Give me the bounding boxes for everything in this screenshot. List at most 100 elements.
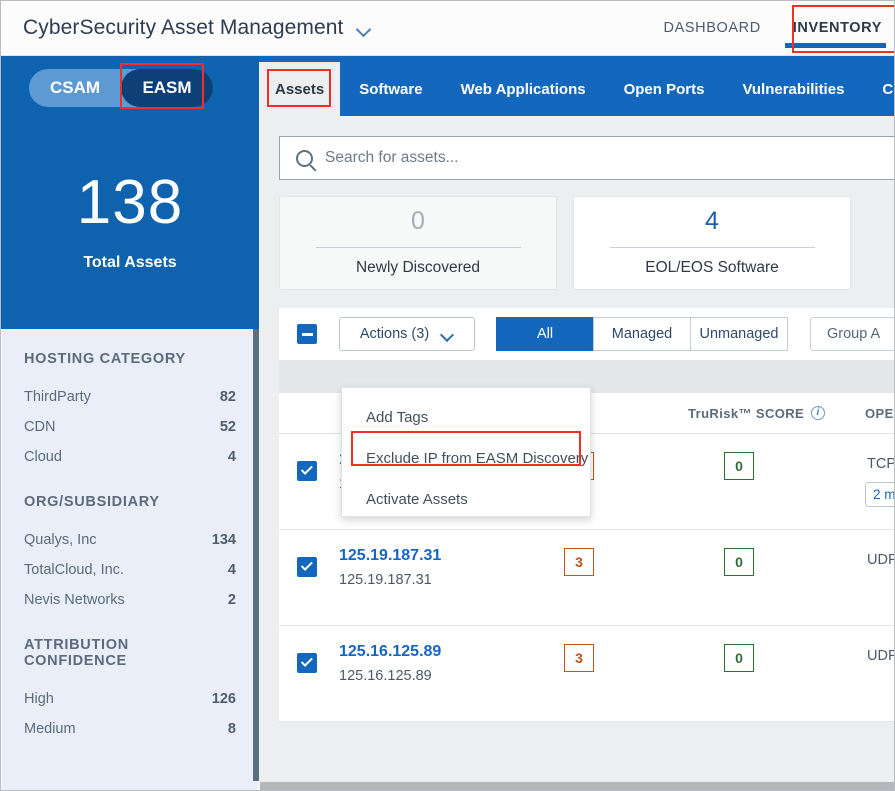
- open-ports-chip[interactable]: 2 m: [865, 482, 894, 507]
- module-toggle-easm[interactable]: EASM: [121, 69, 213, 107]
- left-summary-panel: CSAM EASM 138 Total Assets: [1, 56, 259, 329]
- facet-label: TotalCloud, Inc.: [24, 562, 124, 578]
- tab-label-web-applications: Web Applications: [460, 80, 586, 98]
- page-title: CyberSecurity Asset Management: [23, 16, 344, 39]
- filter-unmanaged-label: Unmanaged: [699, 326, 779, 342]
- menu-item-label: Add Tags: [366, 409, 429, 426]
- stat-card-divider: [609, 247, 815, 248]
- nav-item-inventory[interactable]: INVENTORY: [777, 1, 892, 56]
- row-checkbox[interactable]: [297, 557, 317, 577]
- facet-item-high[interactable]: High 126: [24, 684, 236, 714]
- asset-link[interactable]: 125.19.187.31: [339, 547, 441, 565]
- search-icon: [296, 149, 313, 167]
- facet-group-hosting-category: HOSTING CATEGORY ThirdParty 82 CDN 52 Cl…: [2, 329, 258, 472]
- facet-item-thirdparty[interactable]: ThirdParty 82: [24, 382, 236, 412]
- module-toggle-csam[interactable]: CSAM: [29, 69, 121, 107]
- column-header-trurisk-score[interactable]: TruRisk™ SCORE i: [688, 406, 826, 421]
- stat-card-eol-eos-software[interactable]: 4 EOL/EOS Software: [573, 196, 851, 290]
- table-row[interactable]: 125.19.187.31 125.19.187.31 3 0 UDP: [279, 530, 894, 626]
- stat-card-label: Newly Discovered: [355, 259, 481, 276]
- nav-label-inventory: INVENTORY: [792, 20, 882, 36]
- filter-managed-label: Managed: [611, 326, 673, 342]
- facet-count: 52: [219, 419, 236, 435]
- nav-item-dashboard[interactable]: DASHBOARD: [648, 1, 777, 56]
- select-all-checkbox[interactable]: [297, 324, 317, 344]
- menu-item-add-tags[interactable]: Add Tags: [342, 397, 590, 438]
- tab-certificates[interactable]: Certifica: [863, 62, 894, 116]
- menu-item-label: Exclude IP from EASM Discovery: [366, 450, 589, 467]
- asset-link[interactable]: 125.16.125.89: [339, 643, 441, 661]
- table-toolbar: Actions (3) All Managed Unmanaged Group …: [279, 308, 894, 360]
- menu-item-label: Activate Assets: [366, 491, 468, 508]
- nav-label-dashboard: DASHBOARD: [663, 20, 761, 36]
- menu-item-exclude-ip-from-easm-discovery[interactable]: Exclude IP from EASM Discovery: [342, 438, 590, 479]
- total-assets-value: 138: [76, 168, 184, 237]
- group-by-label: Group A: [827, 326, 881, 342]
- chevron-down-icon[interactable]: [357, 24, 372, 33]
- facet-count: 4: [227, 449, 236, 465]
- facet-item-nevis-networks[interactable]: Nevis Networks 2: [24, 585, 236, 615]
- table-row[interactable]: 125.16.125.89 125.16.125.89 3 0 UDP: [279, 626, 894, 722]
- module-toggle: CSAM EASM: [29, 69, 213, 107]
- row-checkbox[interactable]: [297, 653, 317, 673]
- facet-title-attribution-confidence: ATTRIBUTION CONFIDENCE: [24, 637, 129, 669]
- app-title-group[interactable]: CyberSecurity Asset Management: [23, 16, 372, 40]
- facet-item-totalcloud-inc[interactable]: TotalCloud, Inc. 4: [24, 555, 236, 585]
- trurisk-score-badge: 0: [724, 548, 754, 576]
- criticality-badge: 3: [564, 644, 594, 672]
- facet-item-cdn[interactable]: CDN 52: [24, 412, 236, 442]
- tab-label-vulnerabilities: Vulnerabilities: [742, 80, 845, 98]
- filter-unmanaged[interactable]: Unmanaged: [690, 317, 788, 351]
- stat-card-row: 0 Newly Discovered 4 EOL/EOS Software: [279, 196, 851, 290]
- actions-dropdown-label: Actions (3): [359, 326, 430, 342]
- facet-count: 82: [219, 389, 236, 405]
- filter-managed[interactable]: Managed: [593, 317, 691, 351]
- facet-count: 4: [227, 562, 236, 578]
- stat-card-newly-discovered[interactable]: 0 Newly Discovered: [279, 196, 557, 290]
- actions-dropdown-menu: Add Tags Exclude IP from EASM Discovery …: [341, 387, 591, 517]
- tab-vulnerabilities[interactable]: Vulnerabilities: [723, 62, 863, 116]
- asset-ip-text: 125.19.187.31: [339, 572, 432, 588]
- open-ports-protocol: TCP: [867, 456, 895, 472]
- facet-count: 2: [227, 592, 236, 608]
- section-tabs: Assets Software Web Applications Open Po…: [259, 62, 894, 116]
- facet-group-attribution-confidence: ATTRIBUTION CONFIDENCE High 126 Medium 8: [2, 615, 258, 744]
- horizontal-scrollbar[interactable]: [260, 782, 894, 790]
- stat-card-value: 0: [411, 207, 425, 235]
- asset-ip-text: 125.16.125.89: [339, 668, 432, 684]
- tab-label-software: Software: [359, 80, 423, 98]
- facet-item-medium[interactable]: Medium 8: [24, 714, 236, 744]
- total-assets-label: Total Assets: [83, 254, 177, 271]
- facet-label: ThirdParty: [24, 389, 91, 405]
- module-toggle-csam-label: CSAM: [49, 78, 101, 97]
- filter-all[interactable]: All: [496, 317, 594, 351]
- trurisk-score-badge: 0: [724, 644, 754, 672]
- indeterminate-icon: [301, 332, 313, 336]
- column-header-open-ports-label: OPE: [865, 405, 894, 421]
- filter-all-label: All: [536, 326, 554, 342]
- stat-card-label: EOL/EOS Software: [645, 259, 779, 276]
- facet-item-qualys-inc[interactable]: Qualys, Inc 134: [24, 525, 236, 555]
- row-checkbox[interactable]: [297, 461, 317, 481]
- total-assets-block: 138 Total Assets: [1, 172, 259, 272]
- menu-item-activate-assets[interactable]: Activate Assets: [342, 479, 590, 520]
- facet-count: 8: [227, 721, 236, 737]
- facet-label: Cloud: [24, 449, 62, 465]
- tab-open-ports[interactable]: Open Ports: [605, 62, 724, 116]
- search-input[interactable]: Search for assets...: [325, 149, 459, 167]
- facet-title-hosting-category: HOSTING CATEGORY: [24, 351, 186, 367]
- tab-software[interactable]: Software: [340, 62, 441, 116]
- top-navigation: DASHBOARD INVENTORY: [648, 1, 894, 56]
- group-by-button[interactable]: Group A: [810, 317, 894, 351]
- facet-item-cloud[interactable]: Cloud 4: [24, 442, 236, 472]
- module-toggle-easm-label: EASM: [142, 78, 192, 97]
- search-bar[interactable]: Search for assets...: [279, 136, 894, 180]
- tab-web-applications[interactable]: Web Applications: [442, 62, 605, 116]
- actions-dropdown-button[interactable]: Actions (3): [339, 317, 475, 351]
- stat-card-divider: [315, 247, 521, 248]
- tab-assets[interactable]: Assets: [259, 62, 341, 116]
- column-header-open-ports[interactable]: OPE: [865, 406, 894, 421]
- info-icon[interactable]: i: [811, 406, 826, 420]
- check-icon: [300, 462, 313, 475]
- scope-filter-group: All Managed Unmanaged: [496, 317, 788, 351]
